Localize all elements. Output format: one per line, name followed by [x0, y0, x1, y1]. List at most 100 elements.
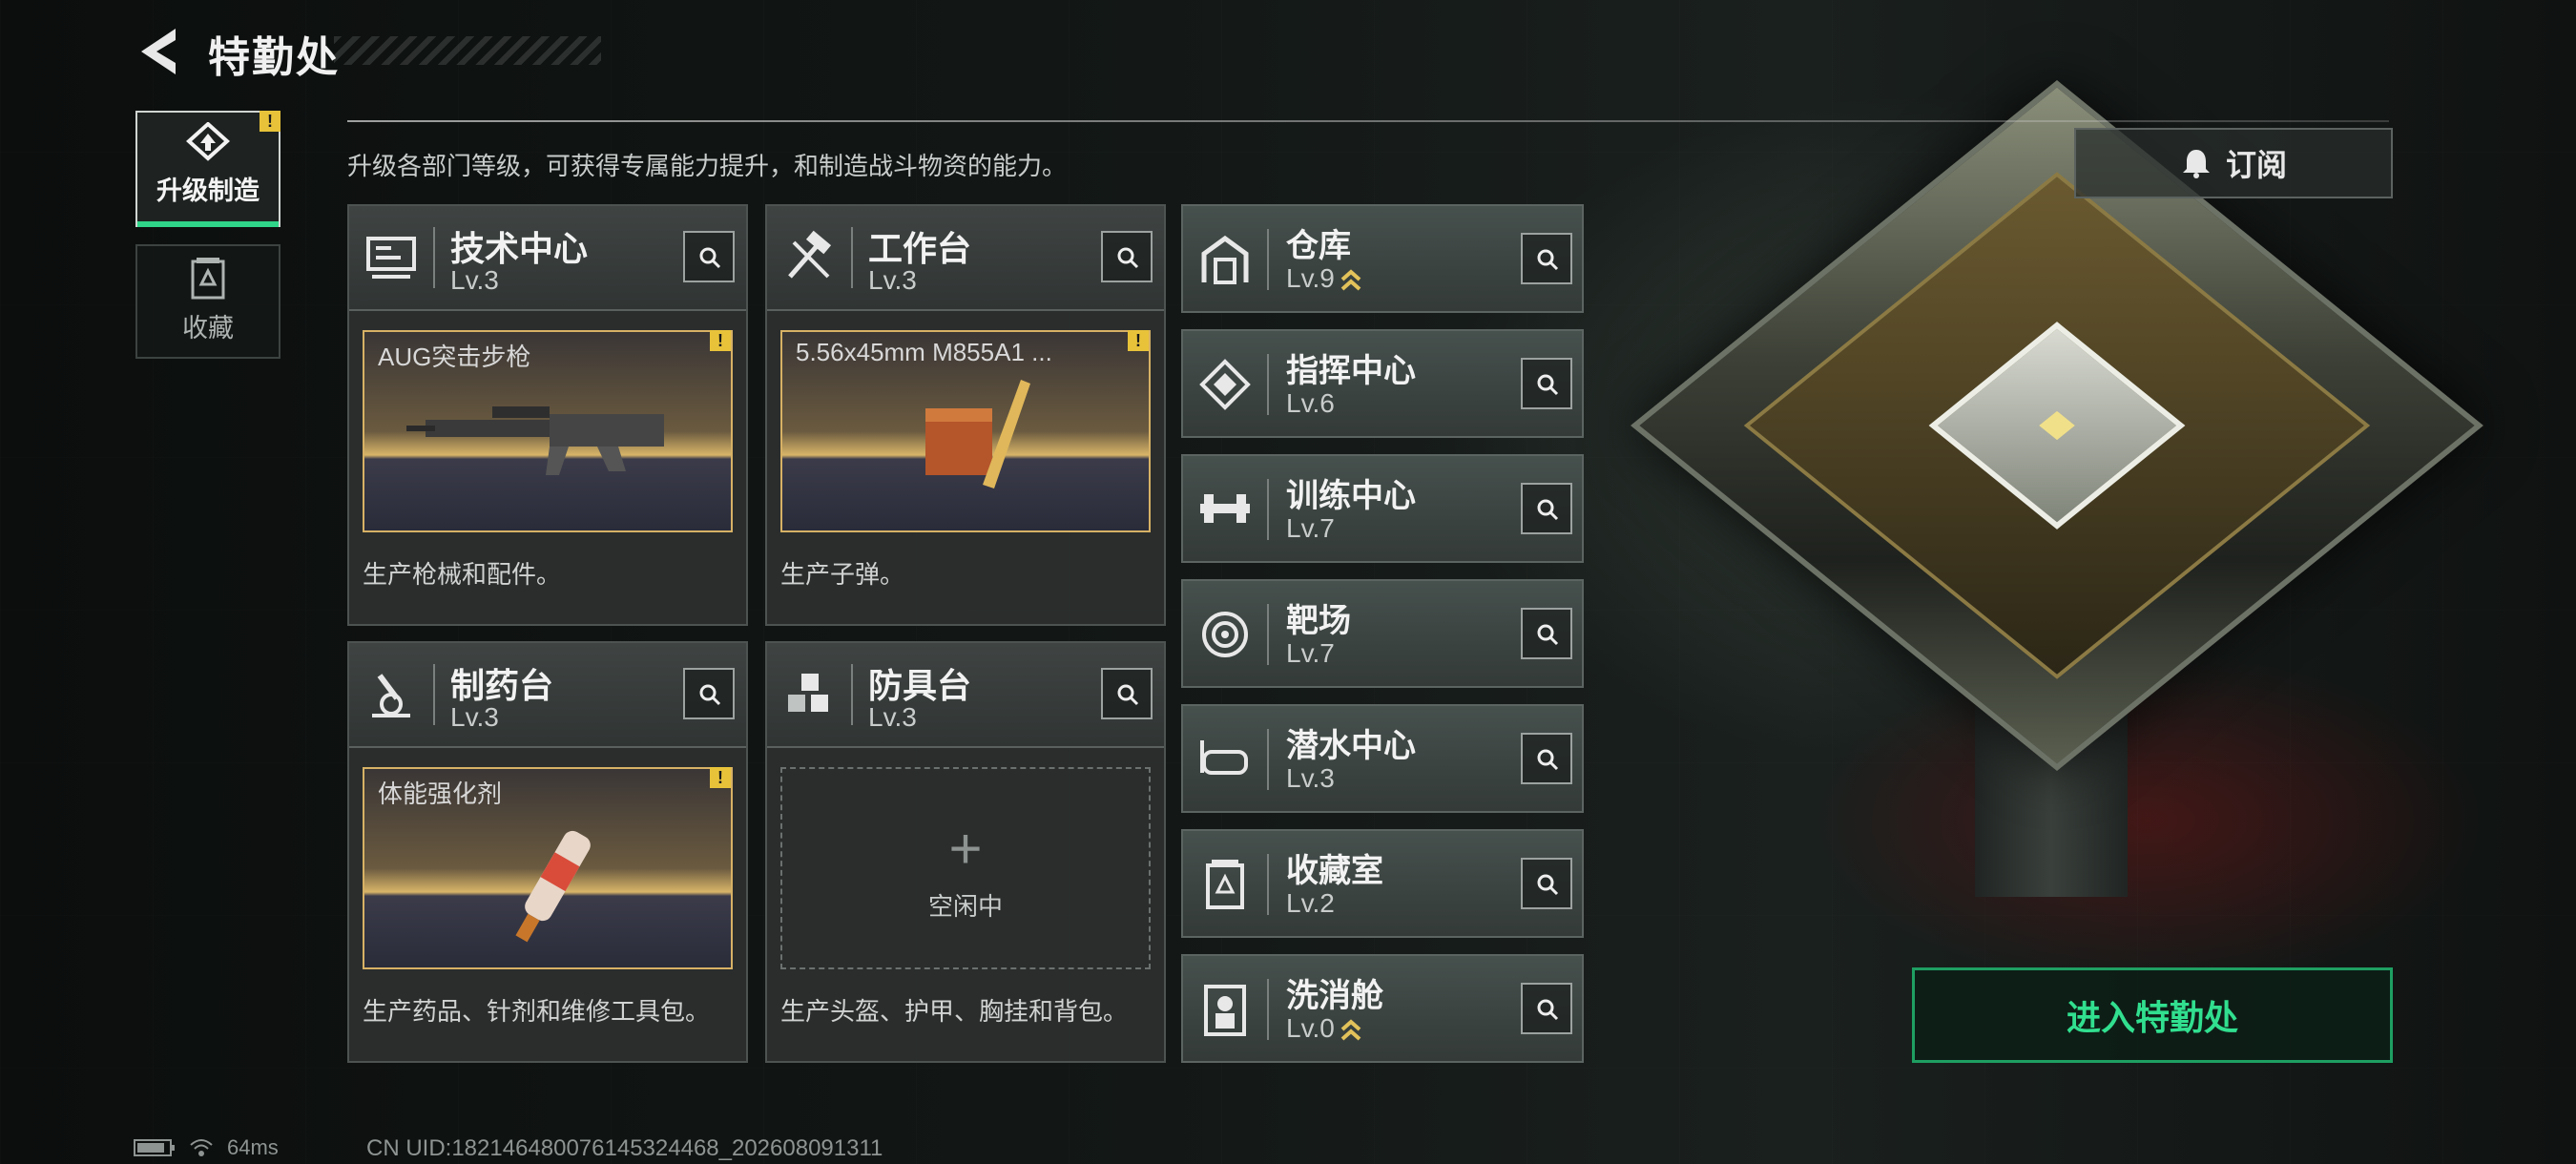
workshop-name: 制药台 — [450, 666, 554, 705]
workshop-level: Lv.3 — [450, 702, 499, 732]
workshop-level: Lv.3 — [868, 265, 917, 295]
department-name: 训练中心 — [1286, 478, 1416, 514]
workshop-level: Lv.3 — [450, 265, 499, 295]
active-tab-indicator — [137, 221, 279, 227]
separator — [1267, 479, 1269, 540]
department-details-button[interactable] — [1521, 858, 1572, 909]
department-diving-center[interactable]: 潜水中心 Lv.3 — [1181, 704, 1584, 813]
wifi-icon — [190, 1139, 213, 1156]
enter-special-ops-button[interactable]: 进入特勤处 — [1912, 967, 2393, 1063]
department-level: Lv.0 — [1286, 1013, 1335, 1043]
workshop-details-button[interactable] — [683, 668, 735, 719]
upgrade-craft-icon — [186, 122, 230, 161]
separator — [1267, 604, 1269, 665]
ping-value: 64ms — [227, 1135, 279, 1159]
assault-rifle-icon — [406, 406, 664, 475]
department-details-button[interactable] — [1521, 608, 1572, 659]
plus-icon: + — [948, 817, 983, 881]
tab-upgrade-craft-label: 升级制造 — [156, 177, 260, 205]
ammo-box-icon — [925, 380, 1030, 488]
workshop-note: 生产子弹。 — [780, 560, 905, 589]
training-center-icon — [1200, 494, 1250, 523]
department-training-center[interactable]: 训练中心 Lv.7 — [1181, 454, 1584, 563]
department-command-center[interactable]: 指挥中心 Lv.6 — [1181, 329, 1584, 438]
card-header: 工作台 Lv.3 — [767, 206, 1164, 311]
workshop-note: 生产枪械和配件。 — [363, 560, 562, 589]
department-level: Lv.6 — [1286, 388, 1335, 418]
collection-icon — [191, 258, 225, 300]
workshop-card-tech-center[interactable]: 技术中心 Lv.3 AUG突击步枪 ! 生产枪械和配件。 — [347, 204, 748, 626]
command-center-icon — [1199, 359, 1251, 410]
department-level: Lv.2 — [1286, 888, 1335, 918]
separator — [1267, 354, 1269, 415]
page-title: 特勤处 — [208, 34, 340, 81]
back-button[interactable] — [134, 25, 191, 78]
cube-core-light — [2039, 410, 2075, 441]
workshop-details-button[interactable] — [1101, 668, 1153, 719]
warehouse-icon — [1201, 235, 1249, 284]
workshop-note: 生产药品、针剂和维修工具包。 — [363, 997, 711, 1026]
search-icon — [1537, 999, 1559, 1021]
workshop-card-armor-bench[interactable]: 防具台 Lv.3 + 空闲中 生产头盔、护甲、胸挂和背包。 — [765, 641, 1166, 1063]
tab-collection-label: 收藏 — [182, 314, 234, 343]
department-name: 洗消舱 — [1286, 978, 1383, 1014]
department-details-button[interactable] — [1521, 483, 1572, 534]
cube-core — [1928, 322, 2186, 530]
search-icon — [1537, 499, 1559, 521]
department-details-button[interactable] — [1521, 233, 1572, 284]
alert-badge: ! — [260, 111, 280, 132]
workshop-details-button[interactable] — [683, 231, 735, 282]
department-level: Lv.3 — [1286, 763, 1335, 793]
decon-chamber-icon — [1204, 985, 1246, 1036]
back-arrow-icon — [141, 29, 176, 74]
department-name: 仓库 — [1286, 228, 1351, 264]
card-header-separator — [851, 664, 853, 725]
armor-bench-icon — [788, 674, 828, 712]
card-header: 技术中心 Lv.3 — [349, 206, 746, 311]
product-name: AUG突击步枪 — [378, 343, 531, 371]
alert-badge: ! — [1128, 330, 1149, 351]
department-level: Lv.7 — [1286, 638, 1335, 668]
product-slot[interactable]: AUG突击步枪 — [363, 330, 733, 532]
card-header-separator — [433, 227, 435, 288]
header-divider — [347, 120, 2389, 122]
tab-collection[interactable]: 收藏 — [135, 244, 280, 359]
department-details-button[interactable] — [1521, 733, 1572, 784]
department-details-button[interactable] — [1521, 983, 1572, 1034]
department-warehouse[interactable]: 仓库 Lv.9 — [1181, 204, 1584, 313]
card-header: 制药台 Lv.3 — [349, 643, 746, 748]
shooting-range-icon — [1202, 612, 1248, 657]
alert-badge: ! — [710, 767, 731, 788]
upgrade-available-icon — [1340, 268, 1361, 291]
enter-special-ops-label: 进入特勤处 — [2066, 998, 2238, 1037]
department-shooting-range[interactable]: 靶场 Lv.7 — [1181, 579, 1584, 688]
product-slot[interactable]: 体能强化剂 — [363, 767, 733, 969]
search-icon — [1117, 684, 1139, 706]
separator — [1267, 229, 1269, 290]
tab-upgrade-craft[interactable]: 升级制造 ! — [135, 111, 280, 227]
battery-icon — [134, 1139, 175, 1156]
search-icon — [1117, 247, 1139, 269]
card-header: 防具台 Lv.3 — [767, 643, 1164, 748]
search-icon — [1537, 249, 1559, 271]
department-decon-chamber[interactable]: 洗消舱 Lv.0 — [1181, 954, 1584, 1063]
workshop-details-button[interactable] — [1101, 231, 1153, 282]
workshop-card-pharmacy[interactable]: 制药台 Lv.3 体能强化剂 ! 生产药品、针剂和维修工具包。 — [347, 641, 748, 1063]
workshop-card-workbench[interactable]: 工作台 Lv.3 5.56x45mm M855A1 ... ! 生产子弹。 — [765, 204, 1166, 626]
idle-label: 空闲中 — [927, 892, 1003, 921]
subscribe-button[interactable]: 订阅 — [2074, 128, 2393, 198]
department-name: 靶场 — [1286, 603, 1351, 639]
status-bar: 64ms — [134, 1135, 279, 1160]
search-icon — [1537, 374, 1559, 396]
upgrade-available-icon — [1340, 1018, 1361, 1041]
separator — [1267, 854, 1269, 915]
department-collection-room[interactable]: 收藏室 Lv.2 — [1181, 829, 1584, 938]
department-level: Lv.9 — [1286, 263, 1335, 293]
workbench-icon — [788, 230, 832, 279]
pharmacy-icon — [372, 674, 410, 717]
department-details-button[interactable] — [1521, 358, 1572, 409]
idle-production-slot[interactable]: + 空闲中 — [780, 767, 1151, 969]
product-slot[interactable]: 5.56x45mm M855A1 ... — [780, 330, 1151, 532]
department-level-row: Lv.0 — [1286, 1013, 1361, 1045]
search-icon — [699, 247, 721, 269]
